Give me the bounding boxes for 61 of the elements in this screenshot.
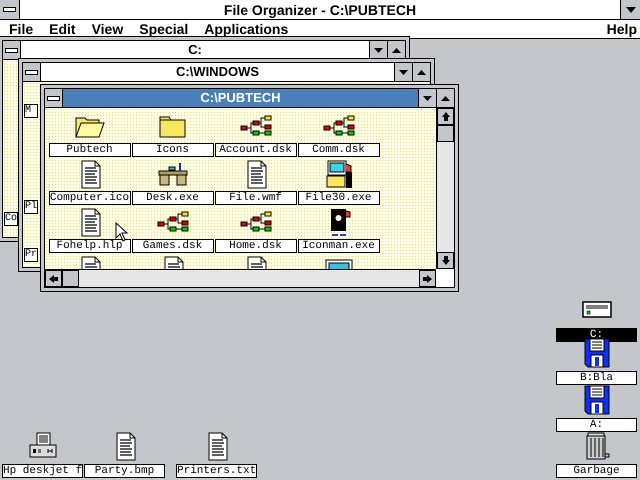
file-label[interactable]: File.wmf [214,191,296,205]
arrow-left-icon [49,274,58,282]
icon-label[interactable]: Party.bmp [84,464,165,478]
file-label[interactable]: Account.dsk [214,143,296,157]
icon-label[interactable]: Printers.txt [176,464,257,478]
caret-up-icon [392,48,401,52]
arrow-up-icon [442,112,450,121]
menu-item[interactable]: Edit [44,21,81,37]
maximize-button[interactable] [436,89,454,107]
minimize-button[interactable] [620,0,640,19]
icon-label[interactable]: Hp deskjet f [2,464,83,478]
scroll-up-button[interactable] [437,108,454,125]
file-label[interactable]: Pubtech [48,143,130,157]
caret-down-icon [399,70,408,74]
menu-item[interactable]: File [4,21,38,37]
system-menu-button[interactable] [23,63,41,81]
menu-item[interactable]: Help [602,21,640,37]
file-label[interactable]: Icons [132,143,214,157]
partial-file-label[interactable]: Pr [24,248,38,262]
file-label[interactable]: Fohelp.hlp [48,239,130,253]
icon-label[interactable]: C: [556,328,637,342]
file-label[interactable]: Home.dsk [214,239,296,253]
caret-up-icon [441,96,450,100]
maximize-button[interactable] [412,63,430,81]
window-title: File Organizer - C:\PUBTECH [222,2,418,18]
partial-file-label[interactable]: Pl [24,200,38,214]
file-label[interactable]: Comm.dsk [298,143,380,157]
caret-down-icon [423,96,432,100]
scroll-left-button[interactable] [45,270,62,287]
file-label[interactable]: File30.exe [298,191,380,205]
mouse-pointer-icon [115,222,129,242]
window-title: C:\PUBTECH [63,89,418,107]
system-menu-button[interactable] [3,41,21,59]
file-label[interactable]: Desk.exe [132,191,214,205]
menu-item[interactable]: Special [134,21,194,37]
menu-item[interactable]: View [86,21,128,37]
system-menu-button[interactable] [45,89,63,107]
caret-down-icon [374,48,383,52]
scroll-down-button[interactable] [437,252,454,269]
arrow-down-icon [442,256,450,265]
minimize-button[interactable] [369,41,387,59]
partial-file-label[interactable]: Co [4,212,18,226]
vertical-scrollbar[interactable] [436,108,454,269]
scroll-thumb[interactable] [62,270,79,287]
partial-file-label[interactable]: M [24,104,38,118]
caret-down-icon [626,6,636,12]
scroll-thumb[interactable] [437,125,454,142]
menu-item[interactable]: Applications [199,21,294,37]
icon-label[interactable]: B:Bla [556,371,637,385]
minimize-button[interactable] [418,89,436,107]
system-menu-button[interactable] [0,0,20,19]
icon-label[interactable]: A: [556,418,637,432]
caret-up-icon [417,70,426,74]
icon-label[interactable]: Garbage [556,464,637,478]
file-label[interactable]: Computer.ico [48,191,130,205]
scroll-right-button[interactable] [419,270,436,287]
minimize-button[interactable] [394,63,412,81]
maximize-button[interactable] [387,41,405,59]
file-label[interactable]: Games.dsk [132,239,214,253]
arrow-right-icon [423,274,432,282]
file-label[interactable]: Iconman.exe [298,239,380,253]
